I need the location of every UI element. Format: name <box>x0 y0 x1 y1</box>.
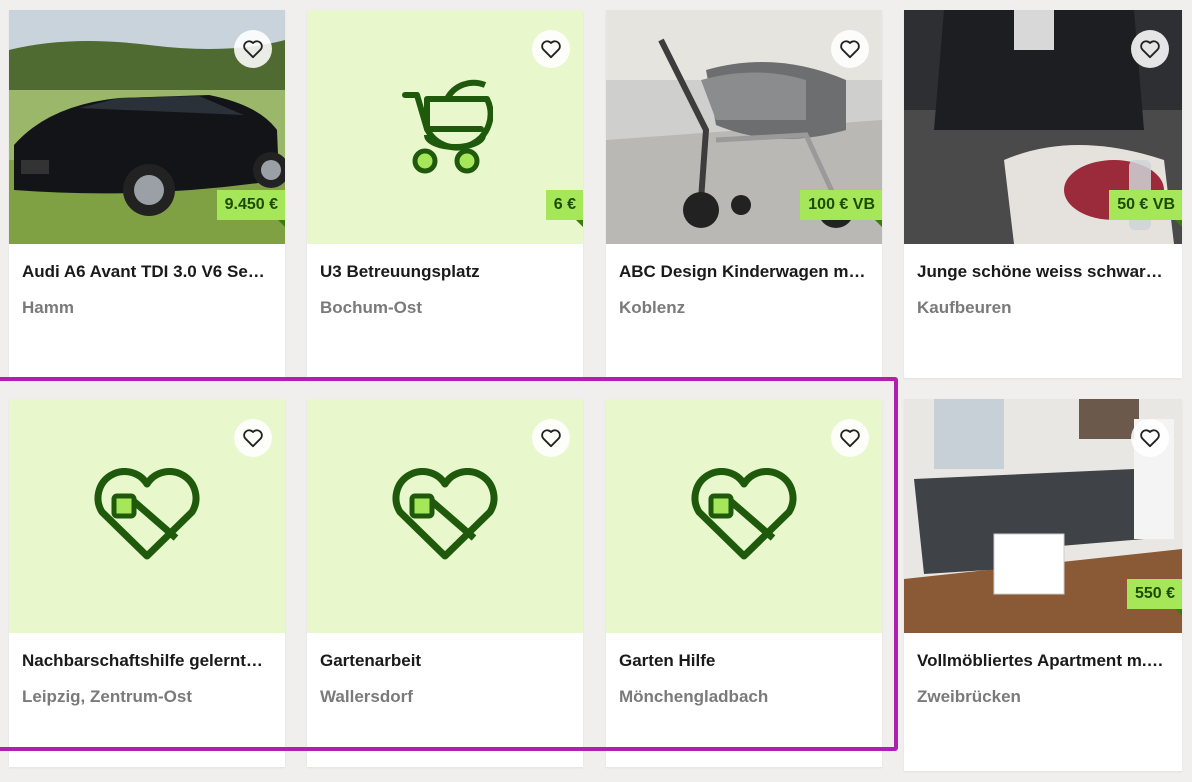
heart-outline-icon <box>840 40 860 59</box>
listing-title[interactable]: Vollmöbliertes Apartment m.… <box>917 651 1169 671</box>
heart-outline-icon <box>1140 429 1160 448</box>
price-badge: 550 € <box>1126 579 1182 617</box>
listing-card[interactable]: 6 € U3 Betreuungsplatz Bochum-Ost <box>307 10 583 378</box>
favorite-button[interactable] <box>831 419 869 457</box>
listing-location: Wallersdorf <box>320 687 413 706</box>
listing-location: Bochum-Ost <box>320 298 422 317</box>
listing-image[interactable]: 100 € VB <box>606 10 882 244</box>
favorite-button[interactable] <box>1131 30 1169 68</box>
heart-outline-icon <box>1140 40 1160 59</box>
listing-title[interactable]: Junge schöne weiss schwar… <box>917 262 1169 282</box>
listing-title[interactable]: Garten Hilfe <box>619 651 869 671</box>
favorite-button[interactable] <box>831 30 869 68</box>
heart-tag-placeholder-icon <box>94 468 200 560</box>
price-badge: 100 € VB <box>800 190 882 228</box>
price-badge: 50 € VB <box>1109 190 1182 228</box>
heart-tag-placeholder-icon <box>392 468 498 560</box>
listing-card[interactable]: Nachbarschaftshilfe gelernt… Leipzig, Ze… <box>9 399 285 767</box>
listing-title[interactable]: Gartenarbeit <box>320 651 570 671</box>
favorite-button[interactable] <box>234 419 272 457</box>
listing-card[interactable]: Garten Hilfe Mönchengladbach <box>606 399 882 767</box>
listing-card[interactable]: Gartenarbeit Wallersdorf <box>307 399 583 767</box>
heart-outline-icon <box>840 429 860 448</box>
favorite-button[interactable] <box>1131 419 1169 457</box>
favorite-button[interactable] <box>532 30 570 68</box>
listing-image[interactable]: 550 € <box>904 399 1182 633</box>
listing-title[interactable]: Nachbarschaftshilfe gelernt… <box>22 651 272 671</box>
listing-image[interactable]: 50 € VB <box>904 10 1182 244</box>
listing-image[interactable]: 9.450 € <box>9 10 285 244</box>
price-badge: 9.450 € <box>216 190 285 228</box>
listing-image[interactable]: 6 € <box>307 10 583 244</box>
price-badge: 6 € <box>545 190 583 228</box>
favorite-button[interactable] <box>532 419 570 457</box>
listing-title[interactable]: ABC Design Kinderwagen mi… <box>619 262 869 282</box>
listing-grid: 9.450 € Audi A6 Avant TDI 3.0 V6 Seh… Ha… <box>0 0 1192 782</box>
listing-location: Leipzig, Zentrum-Ost <box>22 687 192 706</box>
heart-tag-placeholder-icon <box>691 468 797 560</box>
heart-outline-icon <box>243 429 263 448</box>
listing-card[interactable]: 550 € Vollmöbliertes Apartment m.… Zweib… <box>904 399 1182 771</box>
listing-image[interactable] <box>9 399 285 633</box>
listing-location: Zweibrücken <box>917 687 1021 706</box>
listing-card[interactable]: 50 € VB Junge schöne weiss schwar… Kaufb… <box>904 10 1182 378</box>
listing-image[interactable] <box>307 399 583 633</box>
favorite-button[interactable] <box>234 30 272 68</box>
listing-location: Koblenz <box>619 298 686 317</box>
listing-image[interactable] <box>606 399 882 633</box>
listing-location: Kaufbeuren <box>917 298 1012 317</box>
stroller-placeholder-icon <box>402 79 493 174</box>
listing-location: Hamm <box>22 298 74 317</box>
listing-title[interactable]: U3 Betreuungsplatz <box>320 262 570 282</box>
heart-outline-icon <box>243 40 263 59</box>
listing-location: Mönchengladbach <box>619 687 769 706</box>
heart-outline-icon <box>541 40 561 59</box>
listing-title[interactable]: Audi A6 Avant TDI 3.0 V6 Seh… <box>22 262 272 282</box>
listing-card[interactable]: 9.450 € Audi A6 Avant TDI 3.0 V6 Seh… Ha… <box>9 10 285 378</box>
listing-card[interactable]: 100 € VB ABC Design Kinderwagen mi… Kobl… <box>606 10 882 378</box>
heart-outline-icon <box>541 429 561 448</box>
